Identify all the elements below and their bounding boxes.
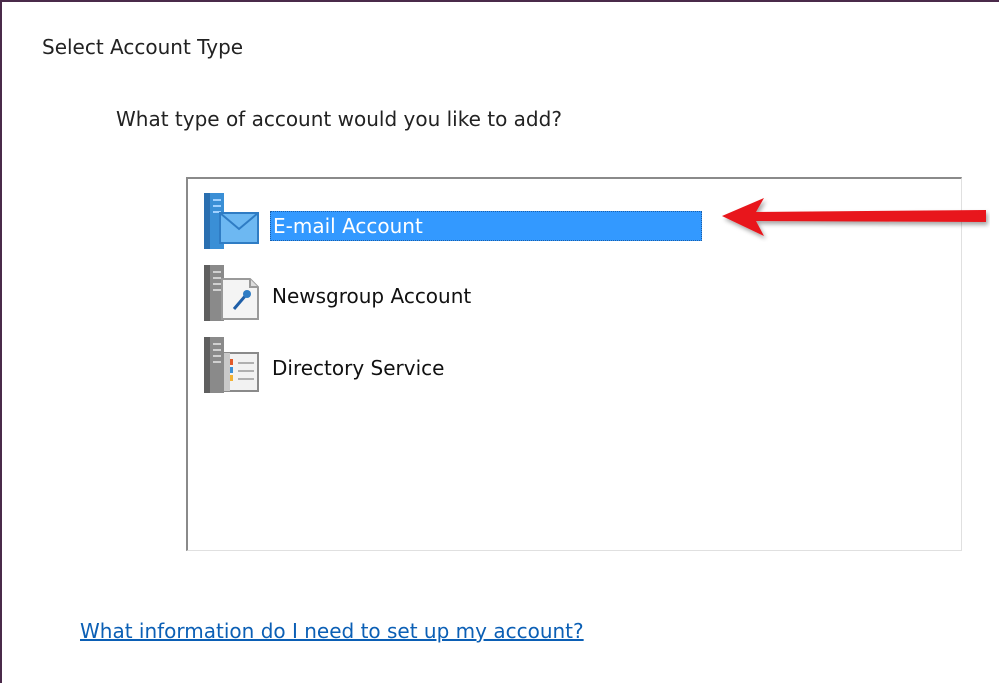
list-item-label: Directory Service [272,356,445,380]
list-item-directory-service[interactable]: Directory Service [198,331,898,397]
email-server-icon [200,189,262,251]
red-arrow-icon [722,198,986,236]
section-title: Select Account Type [42,35,244,59]
list-item-newsgroup-account[interactable]: Newsgroup Account [198,259,898,325]
newsgroup-server-icon [200,261,262,323]
list-item-label: Newsgroup Account [272,284,472,308]
account-type-question: What type of account would you like to a… [116,107,562,131]
list-item-label: E-mail Account [270,211,702,241]
help-link[interactable]: What information do I need to set up my … [80,619,584,643]
directory-server-icon [200,333,262,395]
dialog-window: Select Account Type What type of account… [0,0,999,683]
